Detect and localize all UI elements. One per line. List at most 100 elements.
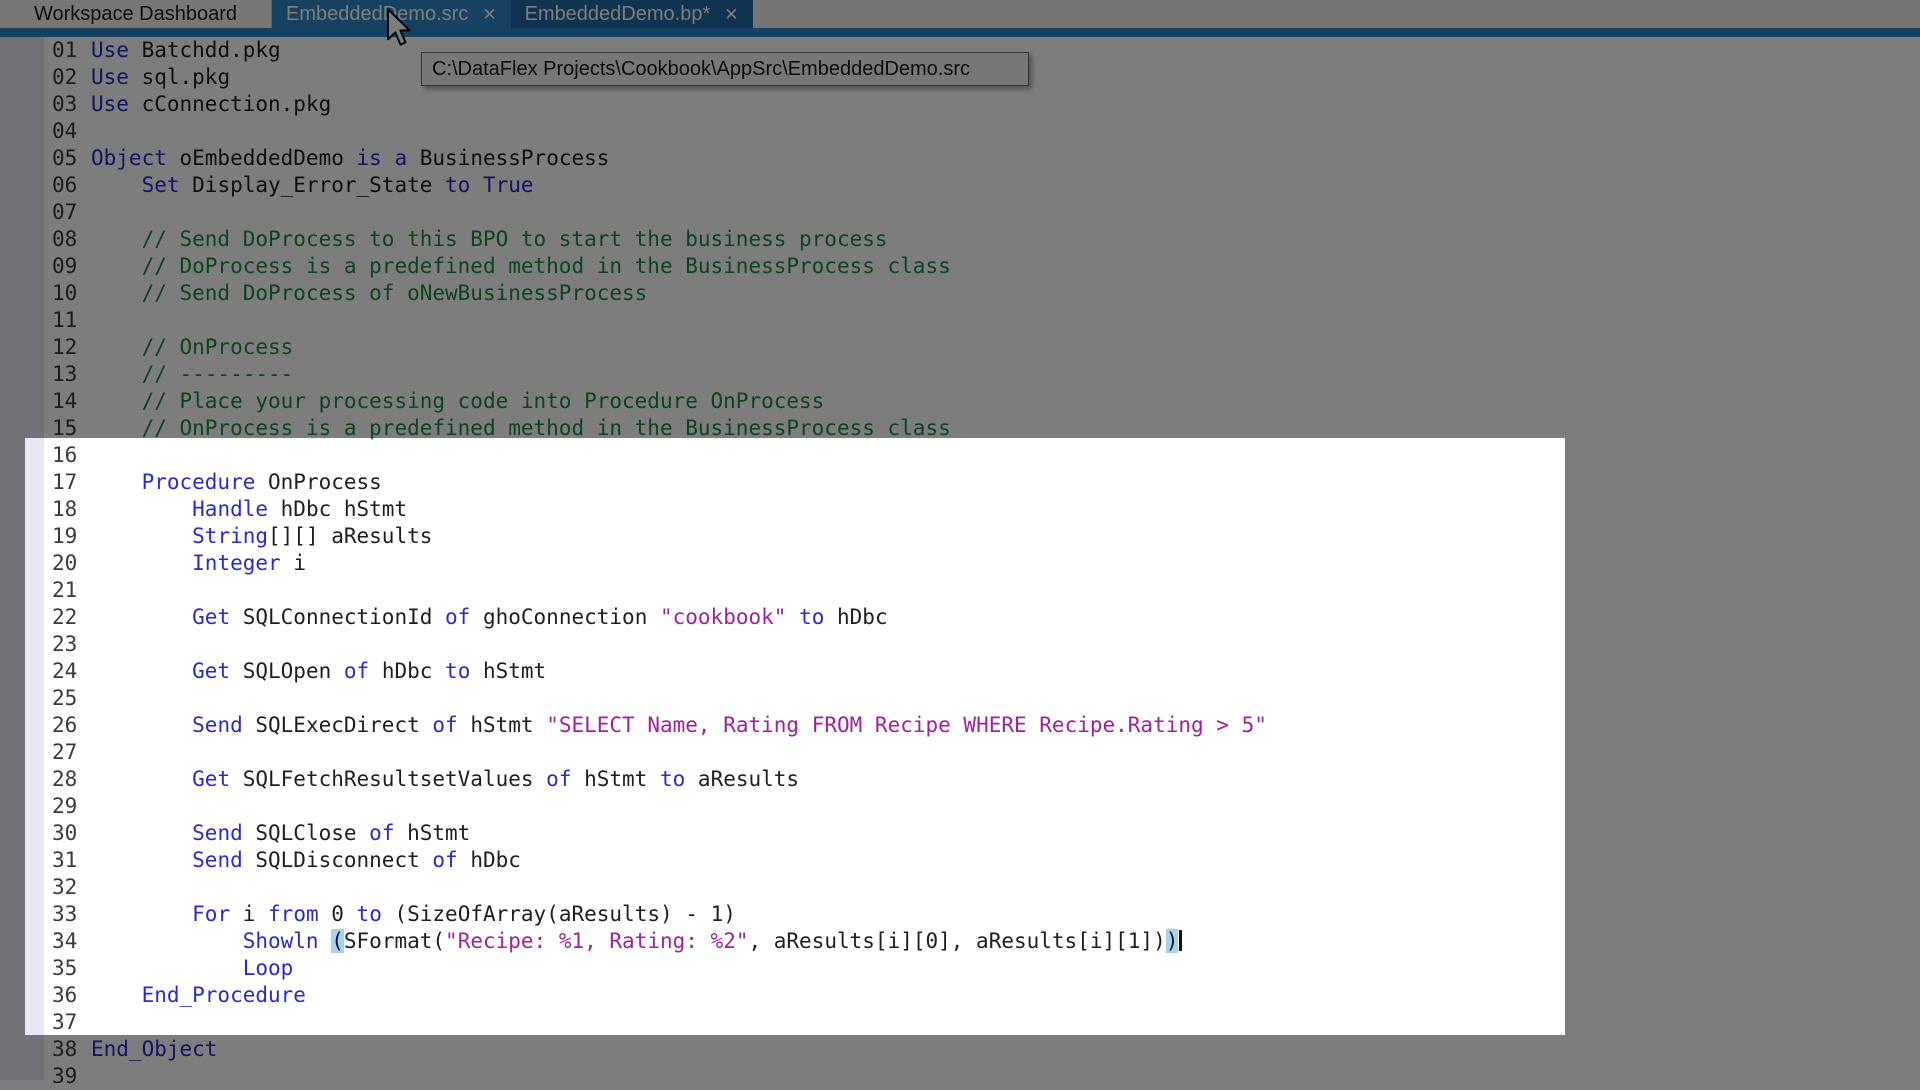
- code-token: [91, 767, 192, 791]
- code-token: hStmt: [571, 767, 660, 791]
- code-token: (SizeOfArray(aResults) - 1): [382, 902, 736, 926]
- code-line: 37: [0, 1009, 1267, 1036]
- code-token: SQLExecDirect: [243, 713, 433, 737]
- active-tab-strip: [0, 28, 1920, 37]
- code-line: 30 Send SQLClose of hStmt: [0, 820, 1267, 847]
- code-token: [91, 983, 142, 1007]
- code-token: i: [230, 902, 268, 926]
- tab-bar: Workspace Dashboard EmbeddedDemo.src ✕ E…: [0, 0, 1920, 28]
- code-text: Send SQLExecDirect of hStmt "SELECT Name…: [91, 712, 1267, 739]
- line-number: 09: [52, 253, 91, 280]
- code-token: [91, 335, 142, 359]
- code-line: 07: [0, 199, 1267, 226]
- code-text: Procedure OnProcess: [91, 469, 382, 496]
- line-number: 27: [52, 739, 91, 766]
- code-line: 28 Get SQLFetchResultsetValues of hStmt …: [0, 766, 1267, 793]
- code-text: Loop: [91, 955, 293, 982]
- code-token: Loop: [243, 956, 294, 980]
- code-text: // DoProcess is a predefined method in t…: [91, 253, 951, 280]
- tab-label: EmbeddedDemo.src: [286, 3, 468, 26]
- code-token: Showln: [243, 929, 319, 953]
- code-line: 16: [0, 442, 1267, 469]
- code-line: 06 Set Display_Error_State to True: [0, 172, 1267, 199]
- code-token: Get: [192, 767, 230, 791]
- code-token: [91, 416, 142, 440]
- line-number: 21: [52, 577, 91, 604]
- code-token: to: [799, 605, 824, 629]
- code-line: 19 String[][] aResults: [0, 523, 1267, 550]
- code-token: Object: [91, 146, 167, 170]
- line-number: 24: [52, 658, 91, 685]
- code-token: // ---------: [142, 362, 294, 386]
- code-token: [91, 713, 192, 737]
- code-token: [91, 389, 142, 413]
- code-token: of: [432, 848, 457, 872]
- code-token: // Place your processing code into Proce…: [142, 389, 825, 413]
- code-token: cConnection.pkg: [129, 92, 331, 116]
- code-token: [91, 605, 192, 629]
- line-number: 17: [52, 469, 91, 496]
- code-text: // Send DoProcess of oNewBusinessProcess: [91, 280, 647, 307]
- code-token: [91, 362, 142, 386]
- line-number: 13: [52, 361, 91, 388]
- code-token: [91, 254, 142, 278]
- code-token: Get: [192, 659, 230, 683]
- code-line: 22 Get SQLConnectionId of ghoConnection …: [0, 604, 1267, 631]
- code-text: String[][] aResults: [91, 523, 432, 550]
- code-lines: 01Use Batchdd.pkg02Use sql.pkg03Use cCon…: [0, 37, 1267, 1090]
- code-line: 29: [0, 793, 1267, 820]
- code-token: Display_Error_State: [180, 173, 446, 197]
- code-token: of: [344, 659, 369, 683]
- line-number: 33: [52, 901, 91, 928]
- line-number: 05: [52, 145, 91, 172]
- code-token: of: [432, 713, 457, 737]
- code-text: // Place your processing code into Proce…: [91, 388, 824, 415]
- code-text: Send SQLDisconnect of hDbc: [91, 847, 521, 874]
- code-token: [91, 524, 192, 548]
- code-line: 36 End_Procedure: [0, 982, 1267, 1009]
- code-line: 24 Get SQLOpen of hDbc to hStmt: [0, 658, 1267, 685]
- line-number: 10: [52, 280, 91, 307]
- tab-embeddeddemo-bp[interactable]: EmbeddedDemo.bp* ✕: [511, 0, 753, 28]
- code-line: 26 Send SQLExecDirect of hStmt "SELECT N…: [0, 712, 1267, 739]
- code-line: 34 Showln (SFormat("Recipe: %1, Rating: …: [0, 928, 1267, 955]
- code-line: 21: [0, 577, 1267, 604]
- code-editor[interactable]: 01Use Batchdd.pkg02Use sql.pkg03Use cCon…: [0, 37, 1920, 1080]
- close-icon[interactable]: ✕: [482, 6, 496, 23]
- code-token: [91, 929, 243, 953]
- code-token: BusinessProcess: [407, 146, 609, 170]
- code-token: sql.pkg: [129, 65, 230, 89]
- code-text: End_Procedure: [91, 982, 306, 1009]
- code-token: [91, 848, 192, 872]
- code-token: ): [1166, 929, 1179, 953]
- code-token: Get: [192, 605, 230, 629]
- code-token: is: [357, 146, 382, 170]
- line-number: 11: [52, 307, 91, 334]
- line-number: 34: [52, 928, 91, 955]
- code-token: [91, 173, 142, 197]
- code-text: Use cConnection.pkg: [91, 91, 331, 118]
- code-token: from: [268, 902, 319, 926]
- text-caret: [1179, 930, 1182, 951]
- tab-workspace-dashboard[interactable]: Workspace Dashboard: [0, 0, 272, 28]
- code-line: 38End_Object: [0, 1036, 1267, 1063]
- code-line: 27: [0, 739, 1267, 766]
- code-token: [91, 902, 192, 926]
- code-token: to: [445, 173, 470, 197]
- tooltip-text: C:\DataFlex Projects\Cookbook\AppSrc\Emb…: [432, 58, 970, 81]
- code-text: Get SQLFetchResultsetValues of hStmt to …: [91, 766, 799, 793]
- line-number: 08: [52, 226, 91, 253]
- code-token: [91, 956, 243, 980]
- line-number: 25: [52, 685, 91, 712]
- close-icon[interactable]: ✕: [724, 6, 738, 23]
- line-number: 02: [52, 64, 91, 91]
- code-token: hDbc: [458, 848, 521, 872]
- line-number: 20: [52, 550, 91, 577]
- code-token: to: [445, 659, 470, 683]
- code-token: 0: [319, 902, 357, 926]
- line-number: 31: [52, 847, 91, 874]
- line-number: 12: [52, 334, 91, 361]
- line-number: 18: [52, 496, 91, 523]
- line-number: 03: [52, 91, 91, 118]
- mouse-cursor-icon: [386, 8, 414, 48]
